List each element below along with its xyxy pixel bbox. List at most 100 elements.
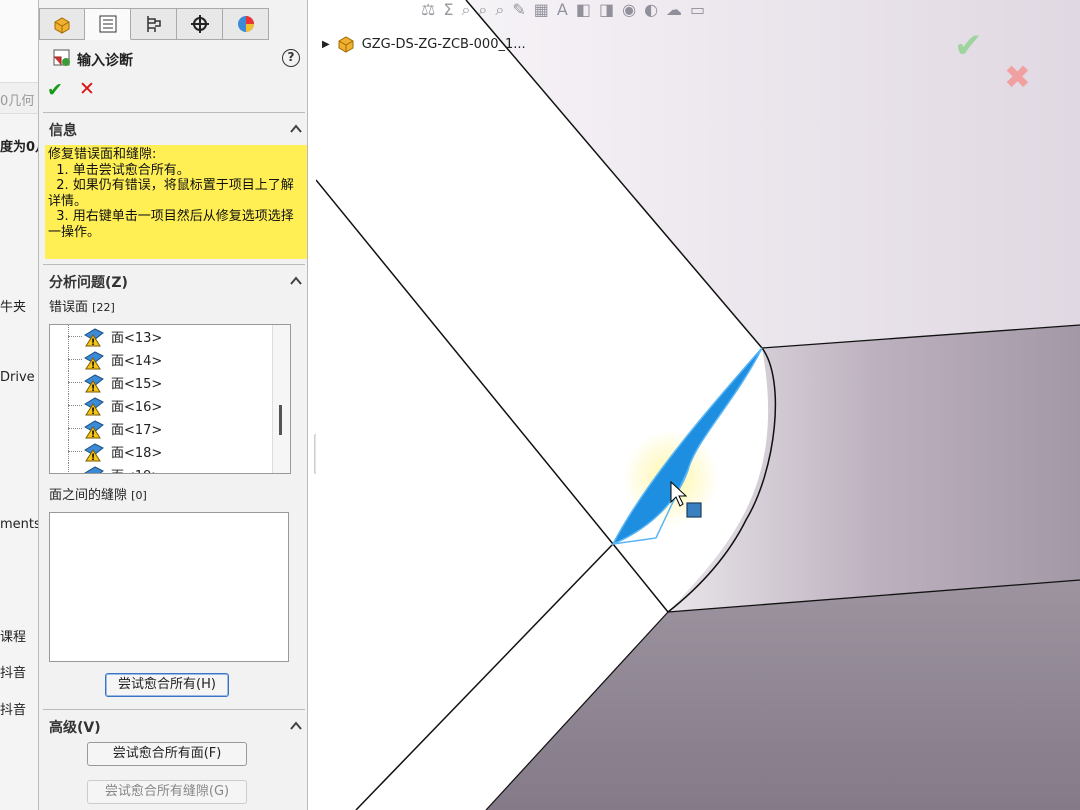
- part-name[interactable]: GZG-DS-ZG-ZCB-000_1...: [362, 37, 526, 52]
- face-label: 面<16>: [111, 400, 163, 415]
- configuration-manager-icon: [146, 16, 161, 32]
- bg-fragment: 抖音: [0, 666, 27, 681]
- tab-feature-manager[interactable]: [39, 8, 85, 40]
- section-icon[interactable]: ▦: [534, 0, 549, 22]
- list-item[interactable]: ! 面<16>: [50, 394, 290, 417]
- faulty-face-warning-icon: !: [84, 373, 104, 393]
- part-icon: [338, 36, 354, 53]
- cancel-button[interactable]: ✕: [79, 78, 95, 100]
- face-gaps-list[interactable]: [49, 512, 289, 662]
- list-item[interactable]: ! 面<14>: [50, 348, 290, 371]
- bg-fragment: 度为0几: [0, 140, 40, 155]
- property-manager-panel: 输入诊断 ? ✔ ✕ 信息 修复错误面和缝隙: 1. 单击尝试愈合所有。 2. …: [38, 0, 308, 810]
- advanced-section-title: 高级(V): [49, 720, 101, 736]
- chevron-up-icon[interactable]: [289, 719, 303, 733]
- tab-display-manager[interactable]: [223, 8, 269, 40]
- display-style-icon[interactable]: ◨: [599, 0, 614, 22]
- scene-icon[interactable]: ☁: [666, 0, 682, 22]
- ok-button[interactable]: ✔: [47, 79, 63, 101]
- svg-text:!: !: [91, 338, 95, 347]
- tab-dimxpert-manager[interactable]: [177, 8, 223, 40]
- info-section-title: 信息: [49, 123, 77, 139]
- face-label: 面<18>: [111, 446, 163, 461]
- divider: [43, 264, 305, 265]
- faulty-face-warning-icon: !: [84, 350, 104, 370]
- divider: [43, 112, 305, 113]
- monitor-icon[interactable]: ▭: [690, 0, 705, 22]
- bg-fragment: 课程: [0, 630, 27, 645]
- face-label: 面<14>: [111, 354, 163, 369]
- model-view[interactable]: [316, 0, 1080, 810]
- panel-header: 输入诊断 ?: [39, 44, 309, 72]
- faulty-faces-label: 错误面 [22]: [49, 300, 115, 315]
- faulty-face-warning-icon: !: [84, 327, 104, 347]
- background-window: 0几何 度为0几 牛夹 Drive ments 课程 抖音 抖音: [0, 0, 40, 810]
- sketch-icon[interactable]: ✎: [512, 0, 525, 22]
- help-icon[interactable]: ?: [282, 49, 300, 67]
- heal-all-gaps-button[interactable]: 尝试愈合所有缝隙(G): [87, 780, 247, 804]
- zoom-icon[interactable]: ⌕: [495, 0, 504, 22]
- bg-fragment: ments: [0, 517, 40, 532]
- hide-show-icon[interactable]: ◐: [644, 0, 658, 22]
- confirm-ok-icon[interactable]: ✔: [954, 26, 983, 66]
- bg-fragment: 0几何: [0, 94, 35, 109]
- balance-icon[interactable]: ⚖: [421, 0, 435, 22]
- face-gaps-count: [0]: [131, 489, 147, 502]
- graphics-viewport[interactable]: ⚖ Σ ⌕ ⌕ ⌕ ✎ ▦ A ◧ ◨ ◉ ◐ ☁ ▭ ▶ GZG-DS-ZG-…: [316, 0, 1080, 810]
- panel-title: 输入诊断: [77, 53, 133, 69]
- list-item[interactable]: ! 面<19>: [50, 463, 290, 473]
- faulty-face-warning-icon: !: [84, 442, 104, 462]
- text-icon[interactable]: A: [557, 0, 568, 22]
- svg-text:!: !: [91, 407, 95, 416]
- chevron-up-icon[interactable]: [289, 122, 303, 136]
- heal-all-faces-button[interactable]: 尝试愈合所有面(F): [87, 742, 247, 766]
- face-label: 面<17>: [111, 423, 163, 438]
- svg-text:!: !: [91, 361, 95, 370]
- faulty-face-warning-icon: !: [84, 465, 104, 473]
- svg-text:!: !: [91, 453, 95, 462]
- divider: [43, 709, 305, 710]
- confirm-cancel-icon[interactable]: ✖: [1004, 58, 1031, 96]
- view-orientation-icon[interactable]: ◧: [576, 0, 591, 22]
- tab-configuration-manager[interactable]: [131, 8, 177, 40]
- faulty-faces-count: [22]: [92, 301, 115, 314]
- sum-icon[interactable]: Σ: [443, 0, 453, 22]
- faulty-faces-list[interactable]: ! 面<13>! 面<14> ! 面<15>! 面<16>! 面<17>! 面<18>! 面<1…: [49, 324, 291, 474]
- face-list-scrollbar[interactable]: [272, 325, 290, 473]
- analysis-section-title: 分析问题(Z): [49, 275, 128, 291]
- info-line: 1. 单击尝试愈合所有。: [48, 162, 190, 178]
- display-manager-icon: [237, 16, 254, 32]
- tab-property-manager[interactable]: [85, 8, 131, 40]
- property-manager-icon: [99, 15, 116, 33]
- list-item[interactable]: ! 面<13>: [50, 325, 290, 348]
- expand-arrow-icon[interactable]: ▶: [322, 39, 330, 50]
- svg-text:!: !: [91, 430, 95, 439]
- list-item[interactable]: ! 面<15>: [50, 371, 290, 394]
- heads-up-toolbar: ⚖ Σ ⌕ ⌕ ⌕ ✎ ▦ A ◧ ◨ ◉ ◐ ☁ ▭: [421, 0, 705, 22]
- info-message-box: 修复错误面和缝隙: 1. 单击尝试愈合所有。 2. 如果仍有错误，将鼠标置于项目…: [45, 145, 307, 259]
- zoom-area-icon[interactable]: ⌕: [478, 0, 487, 22]
- faulty-face-warning-icon: !: [84, 396, 104, 416]
- face-label: 面<19>: [111, 465, 162, 473]
- crosshair-icon: [190, 15, 209, 33]
- feature-manager-icon: [54, 17, 70, 34]
- face-label: 面<13>: [111, 331, 163, 346]
- faulty-face-warning-icon: !: [84, 419, 104, 439]
- list-item[interactable]: ! 面<18>: [50, 440, 290, 463]
- svg-text:!: !: [91, 384, 95, 393]
- bg-fragment: 牛夹: [0, 300, 27, 315]
- bg-fragment: 抖音: [0, 703, 27, 718]
- feature-tree-root[interactable]: ▶ GZG-DS-ZG-ZCB-000_1...: [322, 34, 526, 54]
- zoom-fit-icon[interactable]: ⌕: [461, 0, 470, 22]
- face-gaps-label: 面之间的缝隙 [0]: [49, 488, 147, 503]
- manager-tabs: [39, 8, 269, 40]
- appearance-icon[interactable]: ◉: [622, 0, 636, 22]
- bg-fragment: Drive: [0, 370, 35, 385]
- list-item[interactable]: ! 面<17>: [50, 417, 290, 440]
- info-line: 修复错误面和缝隙:: [48, 147, 157, 162]
- import-diagnostics-icon: [53, 49, 70, 66]
- info-line: 2. 如果仍有错误，将鼠标置于项目上了解详情。: [48, 178, 294, 209]
- heal-all-button[interactable]: 尝试愈合所有(H): [105, 673, 229, 697]
- scrollbar-thumb[interactable]: [279, 405, 282, 435]
- chevron-up-icon[interactable]: [289, 274, 303, 288]
